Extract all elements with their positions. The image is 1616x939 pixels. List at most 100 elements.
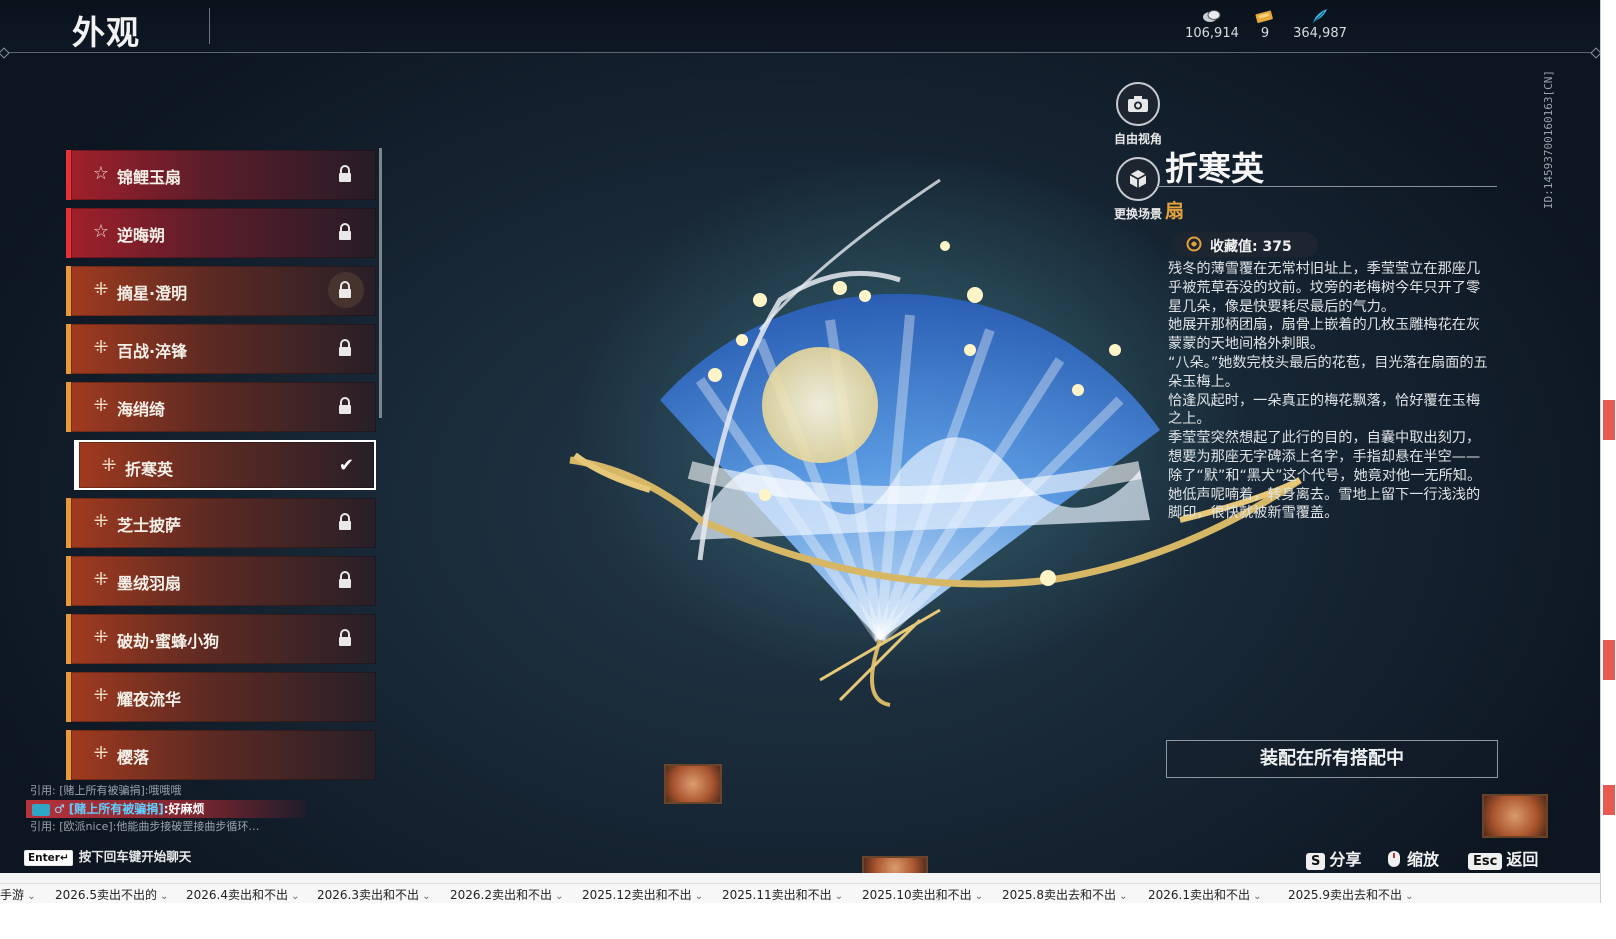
item-category: 扇 — [1165, 200, 1185, 222]
enter-key-icon: Enter↵ — [24, 850, 73, 866]
cube-icon — [1116, 157, 1160, 201]
lock-icon — [339, 339, 351, 356]
list-item-label: 海绡绮 — [117, 400, 166, 419]
list-item[interactable]: ⁜ 樱落 — [66, 730, 376, 780]
cross-sparkle-icon: ⁜ — [93, 395, 109, 416]
collect-value-label: 收藏值: 375 — [1210, 239, 1292, 255]
share-button[interactable]: S 分享 — [1306, 846, 1361, 870]
chat-panel[interactable]: 引用: [赌上所有被骗捐]:哦哦哦 ♂ [赌上所有被骗捐]:好麻烦 引用: [欧派… — [26, 782, 326, 836]
story-paragraph: 残冬的薄雪覆在无常村旧址上，季莹莹立在那座几乎被荒草吞没的坟前。坟旁的老梅树今年… — [1168, 261, 1481, 315]
top-bar-divider — [0, 52, 1600, 53]
item-name: 折寒英 — [1165, 149, 1264, 188]
chat-sender[interactable]: [赌上所有被骗捐] — [69, 802, 164, 816]
game-viewport: 外观 106,914 9 364,987 ☆ 锦鲤玉扇 ☆ 逆晦朔 ⁜ 摘星·澄… — [0, 0, 1600, 903]
list-item-label: 百战·淬锋 — [117, 342, 188, 361]
star-icon: ☆ — [92, 221, 110, 242]
red-mark — [1603, 785, 1615, 815]
list-item[interactable]: ⁜ 芝士披萨 — [66, 498, 376, 548]
page-title: 外观 — [72, 13, 140, 52]
checkmark-icon: ✔ — [338, 455, 354, 476]
sheet-tab[interactable]: 2026.5卖出不出的 — [55, 886, 169, 903]
list-item[interactable]: ⁜ 摘星·澄明 — [66, 266, 376, 316]
list-item-label: 耀夜流华 — [117, 690, 182, 709]
list-item-label: 破劫·蜜蜂小狗 — [117, 632, 220, 651]
mouse-icon — [1388, 851, 1400, 867]
change-scene-label: 更换场景 — [1113, 207, 1162, 221]
list-item-selected[interactable]: ⁜ 折寒英 ✔ — [74, 440, 376, 490]
male-icon: ♂ — [54, 802, 65, 816]
list-item[interactable]: ⁜ 耀夜流华 — [66, 672, 376, 722]
sheet-tab[interactable]: 手游 — [0, 886, 36, 903]
equip-all-button[interactable]: 装配在所有搭配中 — [1166, 740, 1498, 778]
cross-sparkle-icon: ⁜ — [101, 455, 117, 476]
cross-sparkle-icon: ⁜ — [93, 627, 109, 648]
chat-text: :好麻烦 — [163, 802, 205, 816]
zoom-button[interactable]: 缩放 — [1384, 846, 1439, 870]
esc-key: Esc — [1468, 853, 1503, 870]
channel-tag-icon — [32, 803, 50, 816]
story-paragraph: 她展开那柄团扇，扇骨上嵌着的几枚玉雕梅花在灰蒙蒙的天地间格外刺眼。 — [1168, 317, 1481, 353]
lock-icon — [339, 223, 351, 240]
background-window-edge — [1600, 0, 1616, 939]
currency-feathers: 364,987 — [1285, 6, 1355, 41]
list-item[interactable]: ⁜ 破劫·蜜蜂小狗 — [66, 614, 376, 664]
lock-icon — [339, 281, 351, 298]
lock-icon — [339, 571, 351, 588]
list-scrollbar[interactable] — [379, 148, 382, 418]
list-item[interactable]: ⁜ 海绡绮 — [66, 382, 376, 432]
lantern-decoration — [664, 764, 722, 804]
sheet-tab[interactable]: 2025.11卖出和不出 — [722, 886, 843, 903]
sheet-tab[interactable]: 2025.12卖出和不出 — [582, 886, 703, 903]
lock-icon — [339, 513, 351, 530]
lock-icon — [339, 165, 351, 182]
change-scene-button[interactable]: 更换场景 — [1108, 157, 1168, 222]
lantern-decoration — [1482, 794, 1548, 838]
story-paragraph: 恰逢风起时，一朵真正的梅花飘落，恰好覆在玉梅之上。 — [1168, 392, 1481, 428]
chat-hint: Enter↵ 按下回车键开始聊天 — [24, 846, 191, 866]
story-paragraph: “八朵。”她数完枝头最后的花苞，目光落在扇面的五朵玉梅上。 — [1168, 354, 1488, 390]
player-id: ID:1459370016016​3[CN] — [1542, 70, 1555, 210]
story-paragraph: 她低声呢喃着，转身离去。雪地上留下一行浅浅的脚印，很快就被新雪覆盖。 — [1168, 486, 1481, 522]
list-item-label: 锦鲤玉扇 — [117, 168, 182, 187]
sheet-tab[interactable]: 2026.1卖出和不出 — [1148, 886, 1262, 903]
sheet-tab[interactable]: 2025.9卖出去和不出 — [1288, 886, 1414, 903]
star-icon: ☆ — [92, 163, 110, 184]
detail-divider — [1157, 186, 1497, 187]
list-item[interactable]: ⁜ 百战·淬锋 — [66, 324, 376, 374]
free-view-label: 自由视角 — [1113, 132, 1162, 146]
lock-icon — [339, 629, 351, 646]
chat-hint-text: 按下回车键开始聊天 — [78, 849, 192, 864]
sheet-tab[interactable]: 2026.2卖出和不出 — [450, 886, 564, 903]
back-label: 返回 — [1506, 850, 1539, 869]
title-separator — [209, 8, 210, 44]
story-paragraph: 季莹莹突然想起了此行的目的，自囊中取出刻刀，想要为那座无字碑添上名字，手指却悬在… — [1168, 430, 1482, 484]
cross-sparkle-icon: ⁜ — [93, 279, 109, 300]
list-item[interactable]: ☆ 锦鲤玉扇 — [66, 150, 376, 200]
chat-message: 引用: [赌上所有被骗捐]:哦哦哦 — [30, 784, 182, 797]
list-item-label: 芝士披萨 — [117, 516, 182, 535]
back-button[interactable]: Esc 返回 — [1468, 846, 1538, 870]
cross-sparkle-icon: ⁜ — [93, 337, 109, 358]
share-label: 分享 — [1329, 850, 1362, 869]
list-item[interactable]: ⁜ 墨绒羽扇 — [66, 556, 376, 606]
currency-feathers-value: 364,987 — [1293, 26, 1347, 41]
share-key: S — [1306, 853, 1326, 870]
sheet-tab[interactable]: 2026.4卖出和不出 — [186, 886, 300, 903]
sheet-tab[interactable]: 2025.8卖出去和不出 — [1002, 886, 1128, 903]
chat-message-highlight: ♂ [赌上所有被骗捐]:好麻烦 — [26, 800, 306, 818]
sheet-tab[interactable]: 2026.3卖出和不出 — [317, 886, 431, 903]
list-item-label: 墨绒羽扇 — [117, 574, 182, 593]
ticket-icon — [1255, 10, 1273, 23]
sheet-tab[interactable]: 2025.10卖出和不出 — [862, 886, 983, 903]
free-view-button[interactable]: 自由视角 — [1108, 82, 1168, 147]
coin-stack-icon — [1203, 10, 1221, 22]
item-story: 残冬的薄雪覆在无常村旧址上，季莹莹立在那座几乎被荒草吞没的坟前。坟旁的老梅树今年… — [1168, 260, 1493, 523]
feather-icon — [1312, 9, 1327, 24]
cross-sparkle-icon: ⁜ — [93, 511, 109, 532]
list-item-label: 樱落 — [117, 748, 150, 767]
list-item-label: 折寒英 — [125, 460, 174, 479]
list-item-label: 逆晦朔 — [117, 226, 166, 245]
red-mark — [1603, 400, 1615, 440]
camera-icon — [1116, 82, 1160, 126]
list-item[interactable]: ☆ 逆晦朔 — [66, 208, 376, 258]
